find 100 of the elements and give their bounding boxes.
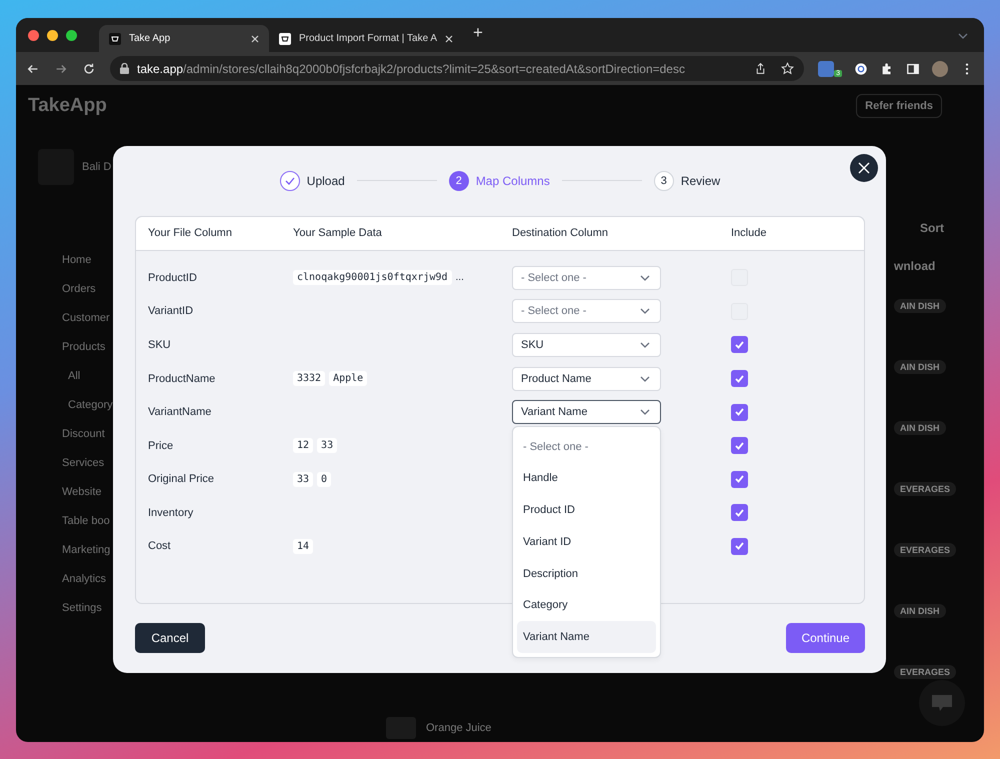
include-checkbox[interactable] bbox=[731, 336, 748, 354]
extension-icon[interactable] bbox=[818, 60, 834, 76]
destination-select[interactable]: Variant Name bbox=[512, 400, 661, 424]
star-icon[interactable] bbox=[781, 62, 794, 75]
chevron-down-icon bbox=[640, 376, 650, 382]
sample-value: Apple bbox=[329, 371, 368, 386]
avatar[interactable] bbox=[932, 60, 948, 76]
step-number: 3 bbox=[654, 170, 674, 191]
tab-list-chevron-icon bbox=[958, 33, 968, 39]
cart-icon bbox=[279, 32, 291, 44]
sidebar-item[interactable]: Services bbox=[38, 448, 113, 477]
include-checkbox[interactable] bbox=[731, 404, 748, 421]
file-column-name: Price bbox=[148, 440, 174, 452]
step-label: Review bbox=[680, 174, 720, 188]
sidebar-item[interactable]: Marketing bbox=[38, 535, 113, 564]
continue-button[interactable]: Continue bbox=[786, 623, 865, 653]
sidebar-item[interactable]: Analytics bbox=[38, 564, 113, 593]
checkmark-icon bbox=[735, 475, 744, 484]
sample-value: 3332 bbox=[293, 371, 326, 386]
maximize-window-icon[interactable] bbox=[66, 30, 77, 40]
dropdown-option[interactable]: Variant ID bbox=[517, 526, 656, 558]
sidebar-item[interactable]: Customer bbox=[38, 303, 113, 332]
column-header: Destination Column bbox=[512, 227, 609, 240]
sort-button[interactable]: Sort bbox=[920, 221, 944, 235]
category-tag: AIN DISH bbox=[894, 299, 946, 313]
minimize-window-icon[interactable] bbox=[47, 30, 58, 40]
dropdown-option[interactable]: - Select one - bbox=[517, 430, 656, 463]
include-checkbox[interactable] bbox=[731, 504, 748, 522]
sidebar-icon[interactable] bbox=[906, 62, 920, 76]
checkmark-icon bbox=[735, 374, 744, 383]
browser-tab[interactable]: Product Import Format | Take A bbox=[269, 25, 464, 52]
chevron-down-icon bbox=[640, 342, 650, 348]
dropdown-option[interactable]: Description bbox=[517, 558, 656, 590]
reload-icon[interactable] bbox=[82, 62, 96, 76]
address-bar[interactable]: take.app/admin/stores/cllaih8q2000b0fjsfcrbajk2/products?limit=25&sort=createdAt&sortDirection=desc bbox=[110, 56, 804, 81]
sample-value: 12 bbox=[293, 438, 314, 454]
step-label: Upload bbox=[306, 174, 345, 188]
sidebar-item[interactable]: Table boo bbox=[38, 506, 113, 535]
dropdown-option[interactable]: Category bbox=[517, 589, 656, 622]
sidebar-item[interactable]: Home bbox=[38, 245, 113, 274]
tab-title: Take App bbox=[129, 33, 172, 44]
column-header: Your Sample Data bbox=[293, 227, 383, 240]
destination-select[interactable]: SKU bbox=[512, 332, 661, 357]
file-column-name: Original Price bbox=[148, 473, 216, 486]
file-column-name: ProductName bbox=[148, 372, 216, 385]
sidebar-item[interactable]: Category bbox=[38, 390, 113, 419]
sidebar-item[interactable]: Products bbox=[38, 332, 113, 361]
file-column-name: VariantID bbox=[148, 305, 194, 318]
dropdown-option[interactable]: Product ID bbox=[517, 494, 656, 526]
include-checkbox[interactable] bbox=[731, 470, 748, 488]
browser-tab[interactable]: Take App bbox=[99, 25, 269, 52]
file-column-name: ProductID bbox=[148, 272, 198, 284]
app-logo: TakeApp bbox=[28, 95, 107, 117]
close-button[interactable] bbox=[850, 154, 878, 182]
close-icon[interactable] bbox=[445, 34, 454, 42]
lock-icon bbox=[120, 63, 129, 74]
cart-icon bbox=[109, 32, 121, 44]
cancel-button[interactable]: Cancel bbox=[135, 623, 205, 653]
category-tag: EVERAGES bbox=[894, 665, 956, 679]
download-button[interactable]: wnload bbox=[894, 259, 936, 273]
refer-friends-button[interactable]: Refer friends bbox=[856, 94, 942, 118]
dropdown-option[interactable]: Variant Name bbox=[517, 621, 656, 653]
chevron-down-icon bbox=[640, 274, 650, 281]
file-column-name: VariantName bbox=[148, 406, 212, 418]
dropdown-option[interactable]: Handle bbox=[517, 462, 656, 494]
file-column-name: SKU bbox=[148, 338, 172, 351]
sidebar-item[interactable]: Website bbox=[38, 477, 113, 506]
sample-value: 33 bbox=[317, 438, 338, 454]
sample-value: clnoqakg90001js0ftqxrjw9d bbox=[293, 270, 452, 286]
chat-bubble-icon bbox=[931, 694, 953, 712]
sidebar-item[interactable]: Settings bbox=[38, 593, 113, 622]
checkmark-icon bbox=[735, 340, 744, 349]
category-tag: EVERAGES bbox=[894, 482, 956, 496]
destination-select[interactable]: - Select one - bbox=[512, 266, 661, 290]
include-checkbox[interactable] bbox=[731, 370, 748, 388]
include-checkbox[interactable] bbox=[731, 538, 748, 555]
checkmark-icon bbox=[735, 408, 744, 416]
step-label: Map Columns bbox=[476, 174, 550, 188]
destination-select[interactable]: Product Name bbox=[512, 366, 661, 391]
sidebar-item[interactable]: Discount bbox=[38, 419, 113, 448]
checkmark-icon bbox=[735, 442, 744, 450]
destination-select[interactable]: - Select one - bbox=[512, 299, 661, 324]
sample-value: 33 bbox=[293, 472, 314, 487]
sample-value: 14 bbox=[293, 538, 314, 554]
column-header: Include bbox=[731, 227, 768, 240]
chevron-down-icon bbox=[640, 308, 650, 314]
close-icon bbox=[858, 162, 870, 174]
column-header: Your File Column bbox=[148, 227, 233, 240]
file-column-name: Cost bbox=[148, 540, 172, 552]
category-tag: EVERAGES bbox=[894, 543, 956, 557]
sidebar-item[interactable]: Orders bbox=[38, 274, 113, 303]
checkmark-icon bbox=[735, 508, 744, 517]
sidebar-item[interactable]: All bbox=[38, 361, 113, 390]
close-window-icon[interactable] bbox=[28, 30, 39, 40]
category-tag: AIN DISH bbox=[894, 421, 946, 435]
include-checkbox[interactable] bbox=[731, 437, 748, 454]
checkmark-icon bbox=[735, 542, 744, 550]
new-tab-button[interactable]: + bbox=[473, 23, 483, 43]
close-icon[interactable] bbox=[251, 34, 259, 42]
store-name: Bali D bbox=[82, 161, 112, 173]
